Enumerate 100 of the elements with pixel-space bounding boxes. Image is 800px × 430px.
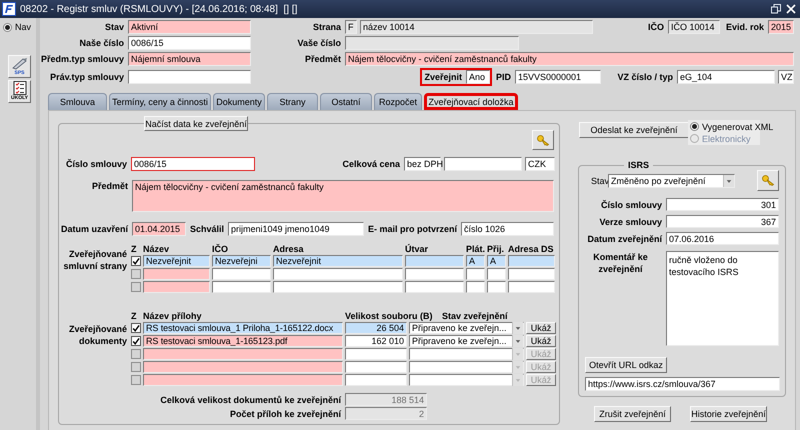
table-cell[interactable] — [405, 268, 464, 280]
text-field[interactable]: bez DPH — [404, 157, 441, 171]
field-label: Předmět — [90, 180, 129, 191]
checkbox[interactable] — [131, 282, 141, 292]
comment-field[interactable]: ručně vloženo do testovacího ISRS — [666, 251, 779, 346]
table-cell[interactable] — [466, 268, 485, 280]
table-cell[interactable]: 162 010 — [345, 335, 407, 347]
send-button[interactable]: Odeslat ke zveřejnění — [579, 122, 689, 138]
table-cell[interactable] — [487, 268, 506, 280]
table-cell[interactable]: A — [487, 255, 506, 267]
caret-icon — [512, 335, 523, 347]
dropdown[interactable]: Připraveno ke zveřejn... — [409, 335, 524, 347]
restore-icon[interactable] — [771, 4, 781, 14]
table-cell[interactable] — [273, 268, 403, 280]
radio-button[interactable] — [3, 22, 12, 32]
text-field[interactable]: 15VVS0000001 — [515, 70, 601, 84]
text-field[interactable]: název 10014 — [360, 20, 593, 34]
text-field[interactable]: VZ — [778, 70, 794, 84]
table-cell[interactable] — [143, 281, 210, 293]
table-cell[interactable] — [143, 268, 210, 280]
table-cell[interactable]: 26 504 — [345, 322, 407, 334]
tab[interactable]: Smlouva — [48, 93, 107, 110]
text-field[interactable]: 0086/15 — [128, 36, 251, 50]
dropdown[interactable]: Změněno po zveřejnění — [608, 174, 735, 188]
text-field[interactable]: Nájem tělocvičny - cvičení zaměstnanců fakulty — [345, 52, 794, 66]
text-field[interactable] — [345, 36, 519, 50]
dropdown[interactable]: Připraveno ke zveřejn... — [409, 322, 524, 334]
text-field[interactable]: 0086/15 — [131, 157, 255, 171]
text-field[interactable]: 2015 — [768, 20, 794, 34]
table-cell[interactable] — [508, 255, 555, 267]
text-field[interactable]: Nájem tělocvičny - cvičení zaměstnanců fakulty — [132, 180, 554, 212]
text-field[interactable]: číslo 1026 — [461, 222, 554, 236]
url-field[interactable]: https://www.isrs.cz/smlouva/367 — [585, 377, 780, 391]
text-field[interactable]: Ano — [466, 70, 490, 84]
option-label: Vygenerovat XML — [702, 122, 774, 132]
tab[interactable]: Zveřejňovací doložka — [424, 93, 518, 110]
table-cell[interactable] — [405, 255, 464, 267]
caret-icon — [512, 374, 523, 386]
table-cell[interactable] — [212, 268, 271, 280]
table-cell[interactable] — [405, 281, 464, 293]
caret-icon — [512, 322, 523, 334]
tab[interactable]: Strany — [267, 93, 318, 110]
table-cell[interactable]: A — [466, 255, 485, 267]
field-label: Práv.typ smlouvy — [49, 72, 125, 82]
text-field[interactable]: Aktivní — [128, 20, 251, 34]
key-button[interactable] — [532, 130, 554, 150]
text-field[interactable] — [128, 70, 251, 84]
show-button[interactable]: Ukáž — [526, 322, 556, 334]
checkbox[interactable] — [131, 256, 141, 266]
field-label: Verze smlouvy — [598, 216, 663, 226]
table-cell[interactable]: Nezveřejnit — [143, 255, 210, 267]
key-button[interactable] — [757, 170, 779, 191]
text-field[interactable]: 07.06.2016 — [666, 232, 779, 245]
tab[interactable]: Ostatní — [320, 93, 372, 110]
field-label: E- mail pro potvrzení — [366, 224, 458, 234]
field-label: IČO — [646, 22, 665, 32]
open-url-button[interactable]: Otevřít URL odkaz — [585, 357, 667, 373]
tab[interactable]: Termíny, ceny a činnosti — [109, 93, 211, 110]
text-field[interactable]: prijmeni1049 jmeno1049 — [228, 222, 364, 236]
window-title: 08202 - Registr smluv (RSMLOUVY) - [24.06.2016; 08:48] [] [] — [20, 4, 298, 14]
field-label: Stav — [104, 22, 125, 32]
show-button: Ukáž — [526, 374, 556, 386]
text-field[interactable]: 301 — [666, 198, 779, 211]
table-cell[interactable] — [212, 281, 271, 293]
text-field[interactable]: Nájemní smlouva — [128, 52, 251, 66]
text-field[interactable]: IČO 10014 — [668, 20, 720, 34]
tab[interactable]: Dokumenty — [213, 93, 265, 110]
tab[interactable]: Rozpočet — [374, 93, 422, 110]
table-cell[interactable] — [487, 281, 506, 293]
checkbox[interactable] — [131, 323, 141, 333]
text-field[interactable]: F — [345, 20, 357, 34]
key-icon — [536, 134, 550, 146]
table-cell[interactable]: Nezveřejni — [212, 255, 271, 267]
text-field[interactable]: 01.04.2015 — [132, 222, 186, 236]
table-cell[interactable] — [273, 281, 403, 293]
table-cell[interactable]: Nezveřejnit — [273, 255, 403, 267]
table-cell[interactable]: RS testovaci smlouva_1 Priloha_1-165122.docx — [143, 322, 343, 334]
key-icon — [762, 175, 774, 186]
footer-button[interactable]: Historie zveřejnění — [690, 406, 767, 422]
column-header: Přij. — [487, 244, 506, 254]
table-cell[interactable] — [508, 281, 555, 293]
radio-button[interactable] — [690, 122, 699, 131]
field-label: Celková cena — [341, 159, 401, 169]
footer-button[interactable]: Zrušit zveřejnění — [594, 406, 671, 422]
checkbox[interactable] — [131, 336, 141, 346]
table-cell[interactable]: RS testovaci smlouva_1-165123.pdf — [143, 335, 343, 347]
show-button[interactable]: Ukáž — [526, 335, 556, 347]
checkbox[interactable] — [131, 269, 141, 279]
caret-icon — [512, 361, 523, 373]
field-label: Komentář ke zveřejnění — [592, 251, 649, 275]
field-label: Předm.typ smlouvy — [40, 54, 125, 64]
close-icon[interactable] — [786, 4, 796, 14]
text-field[interactable]: eG_104 — [677, 70, 775, 84]
load-button[interactable]: Načíst data ke zveřejnění — [144, 116, 248, 131]
table-cell[interactable] — [466, 281, 485, 293]
text-field[interactable]: 367 — [666, 215, 779, 228]
text-field[interactable]: CZK — [525, 157, 555, 171]
table-cell[interactable] — [508, 268, 555, 280]
text-field[interactable] — [444, 157, 522, 171]
table-label: Zveřejňované smluvní strany — [62, 248, 128, 272]
